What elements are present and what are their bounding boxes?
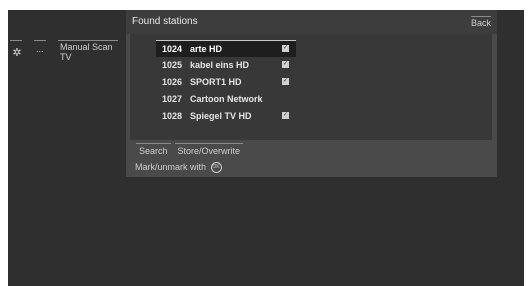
menu-divider — [58, 40, 118, 41]
station-number: 1026 — [162, 77, 183, 87]
found-stations-dialog: Found stations Back 1024 arte HD ✓ 1025 … — [126, 10, 497, 177]
more-icon[interactable]: ... — [36, 44, 44, 54]
dialog-header: Found stations Back — [126, 10, 497, 34]
checkbox-checked-icon[interactable]: ✓ — [282, 45, 289, 52]
search-button[interactable]: Search — [136, 143, 171, 156]
ok-button-icon: OK — [210, 162, 222, 174]
station-name: SPORT1 HD — [190, 77, 242, 87]
station-list: 1024 arte HD ✓ 1025 kabel eins HD ✓ 1026… — [130, 34, 492, 140]
menu-item-label: Manual Scan — [60, 42, 113, 52]
checkbox-checked-icon[interactable]: ✓ — [282, 112, 289, 119]
station-number: 1028 — [162, 111, 183, 121]
store-overwrite-button[interactable]: Store/Overwrite — [174, 143, 244, 156]
station-name: Cartoon Network — [190, 94, 263, 104]
checkbox-checked-icon[interactable]: ✓ — [282, 78, 289, 85]
menu-divider — [34, 40, 46, 41]
mark-hint: Mark/unmark with OK — [135, 162, 222, 174]
station-number: 1024 — [162, 44, 183, 54]
menu-divider — [10, 40, 22, 41]
tv-screen: ✲ ... Manual Scan TV Found stations Back… — [8, 10, 524, 286]
station-row[interactable]: 1025 kabel eins HD ✓ — [156, 57, 296, 73]
station-number: 1025 — [162, 60, 183, 70]
dialog-footer: Search Store/Overwrite — [136, 143, 247, 156]
dialog-title: Found stations — [132, 16, 198, 27]
gear-icon[interactable]: ✲ — [11, 47, 23, 59]
back-button[interactable]: Back — [470, 16, 491, 28]
station-name: arte HD — [190, 44, 223, 54]
station-row[interactable]: 1026 SPORT1 HD ✓ — [156, 74, 296, 90]
checkbox-checked-icon[interactable]: ✓ — [282, 61, 289, 68]
station-name: Spiegel TV HD — [190, 111, 252, 121]
menu-item-manual-scan[interactable]: Manual Scan TV — [60, 42, 130, 62]
station-number: 1027 — [162, 94, 183, 104]
station-row[interactable]: 1028 Spiegel TV HD ✓ — [156, 108, 296, 124]
menu-item-sublabel: TV — [60, 52, 72, 62]
hint-text: Mark/unmark with — [135, 162, 207, 172]
station-name: kabel eins HD — [190, 60, 250, 70]
station-row[interactable]: 1024 arte HD ✓ — [156, 40, 296, 57]
station-row[interactable]: 1027 Cartoon Network — [156, 91, 296, 107]
